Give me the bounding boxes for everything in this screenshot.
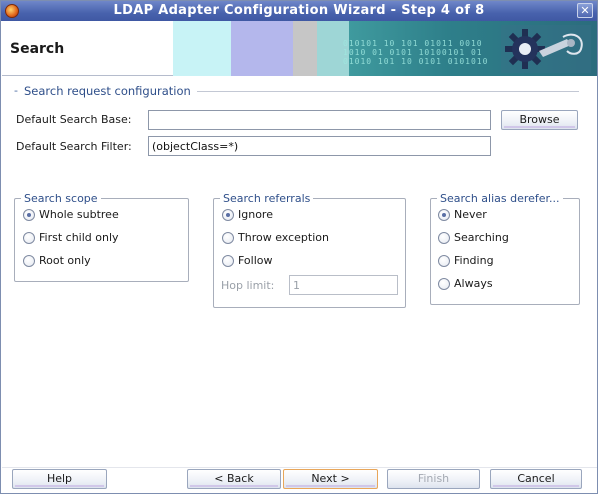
wizard-header: Search 010101 10 101 01011 0010 1010 01 … <box>2 21 597 76</box>
cancel-button[interactable]: Cancel <box>490 469 582 489</box>
radio-unselected-icon <box>438 255 450 267</box>
browse-button[interactable]: Browse <box>501 110 578 130</box>
search-filter-input[interactable] <box>148 136 491 156</box>
radio-unselected-icon <box>438 278 450 290</box>
radio-label: Throw exception <box>238 231 329 244</box>
next-button[interactable]: Next > <box>283 469 378 489</box>
radio-selected-icon <box>438 209 450 221</box>
search-alias-legend: Search alias derefer... <box>437 192 563 205</box>
radio-selected-icon <box>23 209 35 221</box>
back-button[interactable]: < Back <box>187 469 281 489</box>
finish-button[interactable]: Finish <box>387 469 480 489</box>
section-title: Search request configuration <box>24 84 191 98</box>
section-heading: - Search request configuration <box>11 84 579 98</box>
radio-unselected-icon <box>23 232 35 244</box>
radio-label: Searching <box>454 231 509 244</box>
radio-label: Ignore <box>238 208 273 221</box>
window-title: LDAP Adapter Configuration Wizard - Step… <box>113 3 485 18</box>
radio-label: Never <box>454 208 487 221</box>
help-button[interactable]: Help <box>12 469 107 489</box>
radio-label: Finding <box>454 254 494 267</box>
footer-divider <box>2 467 597 468</box>
search-referrals-legend: Search referrals <box>220 192 314 205</box>
search-base-input[interactable] <box>148 110 491 130</box>
banner-binary-text: 010101 10 101 01011 0010 1010 01 0101 10… <box>343 39 489 66</box>
page-title: Search <box>10 41 65 57</box>
radio-selected-icon <box>222 209 234 221</box>
radio-unselected-icon <box>23 255 35 267</box>
search-scope-legend: Search scope <box>21 192 101 205</box>
radio-label: Always <box>454 277 493 290</box>
radio-unselected-icon <box>222 255 234 267</box>
search-filter-label: Default Search Filter: <box>16 140 132 153</box>
hop-limit-label: Hop limit: <box>221 279 275 292</box>
radio-unselected-icon <box>438 232 450 244</box>
gear-icon <box>501 25 591 73</box>
radio-unselected-icon <box>222 232 234 244</box>
close-button[interactable]: ✕ <box>577 3 593 18</box>
collapse-dash-icon[interactable]: - <box>14 84 18 97</box>
title-bar: LDAP Adapter Configuration Wizard - Step… <box>1 1 597 21</box>
radio-label: Whole subtree <box>39 208 119 221</box>
search-alias-group: Search alias derefer... <box>430 192 580 305</box>
section-divider <box>197 91 579 92</box>
radio-label: Root only <box>39 254 91 267</box>
header-banner: 010101 10 101 01011 0010 1010 01 0101 10… <box>173 21 597 76</box>
radio-label: Follow <box>238 254 273 267</box>
radio-label: First child only <box>39 231 119 244</box>
hop-limit-input[interactable] <box>289 275 398 295</box>
search-base-label: Default Search Base: <box>16 113 132 126</box>
wizard-window: LDAP Adapter Configuration Wizard - Step… <box>0 0 598 494</box>
